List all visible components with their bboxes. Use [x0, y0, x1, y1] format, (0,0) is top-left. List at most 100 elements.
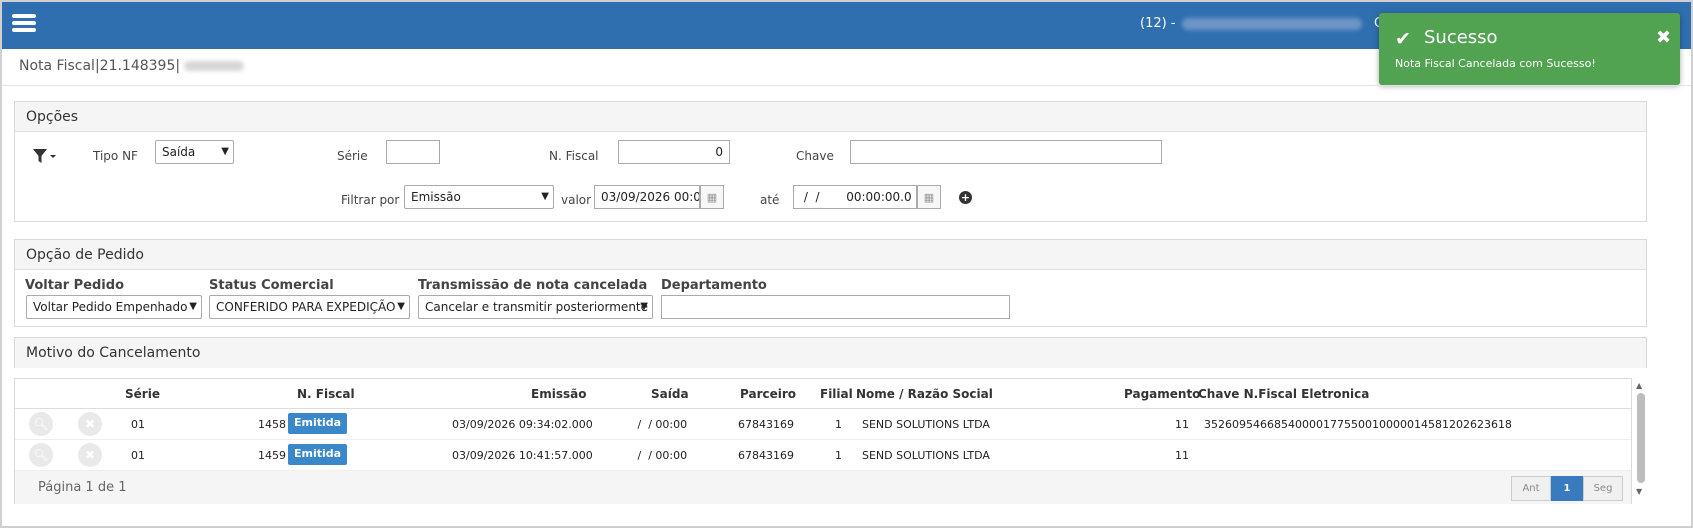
order-options-title: Opção de Pedido [15, 240, 1646, 270]
table-row[interactable]: 🔍︎ ✖ 01 1459 Emitida 03/09/2026 10:41:57… [15, 440, 1631, 471]
user-info: (12) - [1140, 16, 1362, 31]
nfiscal-input[interactable]: 0 [618, 140, 730, 164]
departamento-label: Departamento [661, 278, 767, 293]
filter-icon[interactable] [32, 148, 56, 164]
cell-parceiro: 67843169 [738, 418, 794, 431]
page-title: Nota Fiscal|21.148395| [19, 58, 245, 74]
status-badge: Emitida [288, 444, 348, 465]
tipo-nf-select[interactable]: Saída ▼ [155, 140, 234, 164]
divider [2, 85, 1691, 86]
col-nome[interactable]: Nome / Razão Social [856, 387, 993, 401]
vertical-scrollbar[interactable]: ▲ ▼ [1636, 381, 1646, 499]
col-chave[interactable]: Chave N.Fiscal Eletronica [1198, 387, 1369, 401]
status-badge: Emitida [288, 413, 348, 434]
toast-message: Nota Fiscal Cancelada com Sucesso! [1395, 57, 1596, 70]
col-emissao[interactable]: Emissão [531, 387, 586, 401]
col-filial[interactable]: Filial [820, 387, 853, 401]
col-serie[interactable]: Série [125, 387, 160, 401]
calendar-icon[interactable]: ▦ [917, 185, 941, 209]
motivo-title: Motivo do Cancelamento [15, 338, 1646, 368]
chevron-down-icon: ▼ [221, 146, 229, 157]
cell-filial: 1 [835, 418, 842, 431]
cell-serie: 01 [131, 449, 145, 462]
chevron-down-icon: ▼ [397, 301, 405, 312]
page-title-text: Nota Fiscal|21.148395| [19, 58, 181, 74]
cell-parceiro: 67843169 [738, 449, 794, 462]
voltar-pedido-select[interactable]: Voltar Pedido Empenhado ▼ [26, 295, 202, 319]
page-info: Página 1 de 1 [38, 480, 127, 495]
tipo-nf-value: Saída [162, 145, 196, 159]
prev-page-button[interactable]: Ant [1511, 476, 1551, 501]
serie-input[interactable] [386, 140, 440, 164]
cell-emissao: 03/09/2026 09:34:02.000 [452, 418, 593, 431]
col-pagamento[interactable]: Pagamento [1124, 387, 1200, 401]
chave-input[interactable] [850, 140, 1162, 164]
user-prefix: (12) - [1140, 16, 1176, 31]
close-icon[interactable]: ✖ [1656, 27, 1671, 48]
next-page-button[interactable]: Seg [1583, 476, 1623, 501]
options-panel: Opções Tipo NF Saída ▼ Série N. Fiscal 0 … [14, 101, 1647, 222]
departamento-input[interactable] [661, 295, 1010, 319]
add-filter-icon[interactable]: + [959, 191, 972, 204]
chevron-down-icon: ▼ [541, 191, 549, 202]
cancel-icon[interactable]: ✖ [78, 412, 102, 436]
search-icon[interactable]: 🔍︎ [29, 443, 53, 467]
options-panel-title: Opções [15, 102, 1646, 132]
col-parceiro[interactable]: Parceiro [740, 387, 796, 401]
toast-title: Sucesso [1424, 27, 1498, 48]
cell-saida: / / 00:00 [634, 418, 688, 431]
page-1-button[interactable]: 1 [1551, 476, 1583, 501]
col-saida[interactable]: Saída [651, 387, 689, 401]
check-icon: ✔ [1395, 28, 1411, 50]
cell-nfiscal: 1459 [258, 449, 286, 462]
status-comercial-value: CONFERIDO PARA EXPEDIÇÃO [216, 300, 396, 314]
order-options-panel: Opção de Pedido Voltar Pedido Voltar Ped… [14, 239, 1647, 327]
transmissao-value: Cancelar e transmitir posteriormente [425, 300, 649, 314]
cell-nome: SEND SOLUTIONS LTDA [862, 449, 990, 462]
nf-table: Série N. Fiscal Emissão Saída Parceiro F… [14, 378, 1632, 504]
redacted-text [184, 61, 245, 71]
ate-input[interactable]: / / 00:00:00.0 [793, 185, 917, 209]
scroll-up-icon[interactable]: ▲ [1636, 381, 1642, 390]
voltar-pedido-label: Voltar Pedido [25, 278, 125, 293]
chevron-down-icon: ▼ [640, 301, 648, 312]
cell-serie: 01 [131, 418, 145, 431]
cell-nome: SEND SOLUTIONS LTDA [862, 418, 990, 431]
serie-label: Série [337, 149, 368, 163]
cell-saida: / / 00:00 [634, 449, 688, 462]
redacted-user [1181, 17, 1362, 30]
cell-chave: 3526095466854000017755001000001458120262… [1204, 418, 1512, 431]
transmissao-select[interactable]: Cancelar e transmitir posteriormente ▼ [418, 295, 653, 319]
scroll-thumb[interactable] [1637, 393, 1645, 483]
cancel-icon[interactable]: ✖ [78, 443, 102, 467]
filtrar-label: Filtrar por [341, 193, 400, 207]
chevron-down-icon: ▼ [189, 301, 197, 312]
hamburger-menu-icon[interactable] [12, 14, 36, 32]
col-nfiscal[interactable]: N. Fiscal [297, 387, 355, 401]
scroll-down-icon[interactable]: ▼ [1636, 487, 1642, 496]
chave-label: Chave [796, 149, 834, 163]
transmissao-label: Transmissão de nota cancelada [418, 278, 648, 293]
table-footer: Página 1 de 1 Ant 1 Seg [15, 471, 1631, 504]
search-icon[interactable]: 🔍︎ [29, 412, 53, 436]
ate-label: até [760, 193, 780, 207]
voltar-pedido-value: Voltar Pedido Empenhado [33, 300, 188, 314]
status-comercial-select[interactable]: CONFERIDO PARA EXPEDIÇÃO ▼ [209, 295, 410, 319]
calendar-icon[interactable]: ▦ [700, 185, 724, 209]
status-comercial-label: Status Comercial [209, 278, 334, 293]
nfiscal-label: N. Fiscal [549, 149, 599, 163]
valor-label: valor [561, 193, 592, 207]
cell-emissao: 03/09/2026 10:41:57.000 [452, 449, 593, 462]
success-toast: ✔ Sucesso Nota Fiscal Cancelada com Suce… [1379, 13, 1680, 85]
table-row[interactable]: 🔍︎ ✖ 01 1458 Emitida 03/09/2026 09:34:02… [15, 409, 1631, 440]
cell-pagamento: 11 [1175, 418, 1189, 431]
valor-input[interactable]: 03/09/2026 00:00:0 [594, 185, 700, 209]
motivo-panel: Motivo do Cancelamento [14, 337, 1647, 368]
table-header: Série N. Fiscal Emissão Saída Parceiro F… [15, 379, 1631, 409]
filtrar-select[interactable]: Emissão ▼ [404, 185, 554, 209]
cell-pagamento: 11 [1175, 449, 1189, 462]
cell-nfiscal: 1458 [258, 418, 286, 431]
cell-filial: 1 [835, 449, 842, 462]
filtrar-value: Emissão [411, 190, 461, 204]
tipo-nf-label: Tipo NF [93, 149, 138, 163]
